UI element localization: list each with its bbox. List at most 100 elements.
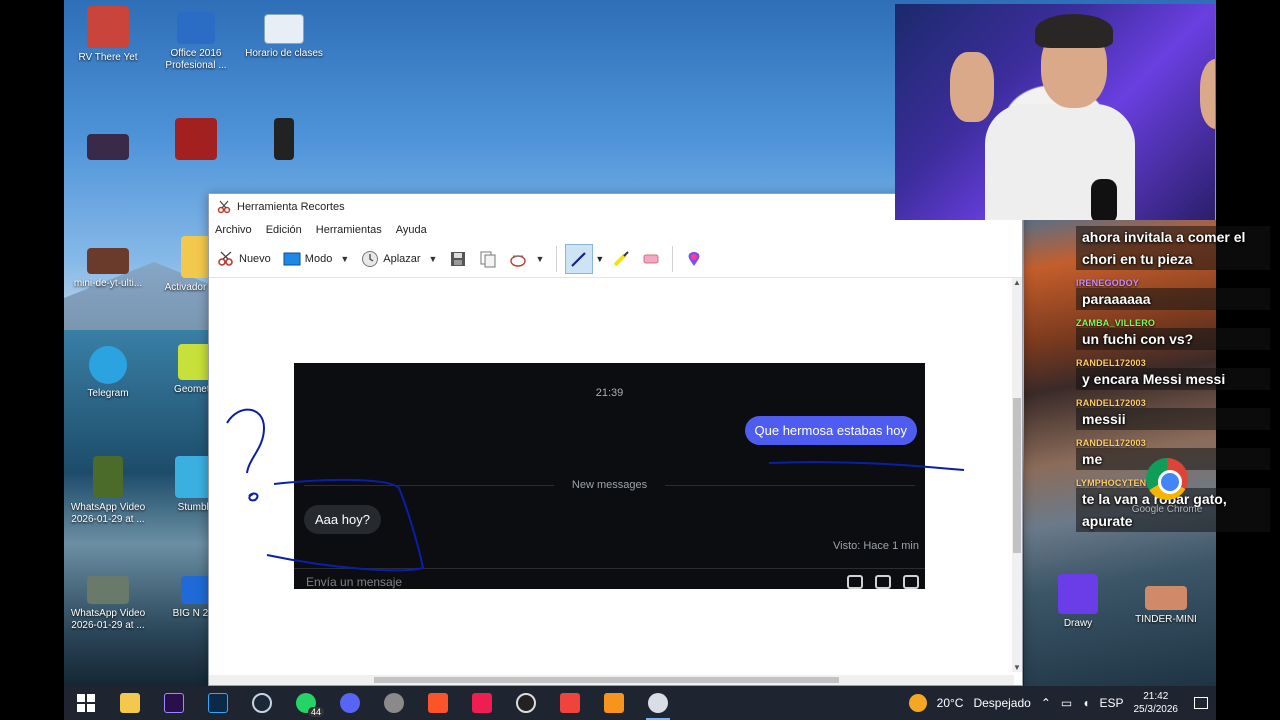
highlighter-icon — [613, 250, 630, 266]
composer-icons — [847, 575, 919, 589]
desktop-icon-telegram[interactable]: Telegram — [64, 346, 152, 400]
desktop-icon-whatsapp-video-2[interactable]: WhatsApp Video 2026-01-29 at ... — [64, 576, 152, 632]
new-snip-button[interactable]: Nuevo — [213, 244, 275, 274]
snip-canvas[interactable]: 21:39 Que hermosa estabas hoy New messag… — [209, 278, 1014, 672]
language-indicator[interactable]: ESP — [1099, 696, 1123, 710]
taskbar-anydesk[interactable] — [548, 686, 592, 720]
clock-date: 25/3/2026 — [1133, 704, 1179, 715]
whatsapp-badge: 44 — [307, 707, 324, 717]
copy-icon — [480, 251, 496, 267]
taskbar-steam[interactable] — [240, 686, 284, 720]
paint3d-icon — [688, 251, 700, 266]
taskbar-snipping-tool[interactable] — [636, 686, 680, 720]
question-mark-dot — [248, 492, 259, 502]
windows-icon — [77, 694, 95, 712]
taskbar-fl-studio[interactable] — [592, 686, 636, 720]
pen-options-chevron-icon[interactable]: ▼ — [595, 254, 604, 264]
taskbar-whatsapp[interactable]: 44 — [284, 686, 328, 720]
taskbar-premiere[interactable] — [152, 686, 196, 720]
brave-icon — [428, 693, 448, 713]
chat-message: IRENEGODOY paraaaaaa — [1076, 278, 1270, 310]
mode-button[interactable]: Modo ▼ — [279, 244, 353, 274]
menu-edicion[interactable]: Edición — [266, 224, 302, 236]
chat-timestamp: 21:39 — [595, 387, 624, 399]
telegram-icon — [89, 346, 127, 384]
weather-condition[interactable]: Despejado — [973, 696, 1030, 710]
toolbar-separator — [672, 245, 674, 272]
taskbar-file-explorer[interactable] — [108, 686, 152, 720]
letterbox-left — [0, 0, 64, 720]
toolbar-separator — [556, 245, 558, 272]
photoshop-icon — [208, 693, 228, 713]
chat-message-text: paraaaaaa — [1076, 288, 1270, 310]
desktop-icon-horario[interactable]: Horario de clases — [240, 14, 328, 60]
desktop-icon-burger[interactable] — [152, 118, 240, 160]
fl-studio-icon — [604, 693, 624, 713]
desktop-icon-google-chrome[interactable]: Google Chrome — [1123, 500, 1211, 516]
weather-temperature[interactable]: 20°C — [937, 696, 964, 710]
snipping-tool-window[interactable]: Herramienta Recortes Archivo Edición Her… — [208, 193, 1023, 686]
save-icon — [451, 251, 466, 266]
chat-message: ahora invitala a comer el chori en tu pi… — [1076, 226, 1270, 270]
mode-label: Modo — [304, 252, 333, 265]
horizontal-scroll-thumb[interactable] — [374, 677, 839, 683]
save-button[interactable] — [445, 244, 471, 274]
chat-username: IRENEGODOY — [1076, 278, 1140, 288]
weather-icon[interactable] — [908, 694, 927, 712]
copy-button[interactable] — [475, 244, 501, 274]
chevron-down-icon: ▼ — [428, 253, 438, 264]
taskbar-photoshop[interactable] — [196, 686, 240, 720]
desktop-icon-rv-there-yet[interactable]: RV There Yet — [64, 6, 152, 64]
taskbar-app-gray[interactable] — [372, 686, 416, 720]
google-chrome-icon[interactable] — [1146, 458, 1188, 500]
highlighter-button[interactable] — [608, 244, 634, 274]
video-thumbnail-icon — [274, 118, 294, 160]
chevron-up-icon[interactable]: ⌃ — [1041, 696, 1051, 710]
taskbar-discord[interactable] — [328, 686, 372, 720]
horizontal-scrollbar[interactable] — [209, 675, 1014, 685]
desktop-icon-office-2016[interactable]: Office 2016 Profesional ... — [152, 12, 240, 72]
captured-chat-screenshot: 21:39 Que hermosa estabas hoy New messag… — [294, 363, 925, 589]
chat-message: RANDEL172003 messii — [1076, 398, 1270, 430]
taskbar-tiktok[interactable] — [460, 686, 504, 720]
eraser-button[interactable] — [638, 244, 664, 274]
new-messages-divider: New messages — [294, 479, 925, 491]
incoming-message: Aaa hoy? — [304, 505, 381, 534]
clock[interactable]: 21:42 25/3/2026 — [1134, 690, 1179, 716]
scroll-down-icon[interactable]: ▼ — [1012, 663, 1022, 672]
scroll-up-icon[interactable]: ▲ — [1012, 278, 1022, 287]
chat-username: RANDEL172003 — [1076, 398, 1146, 408]
desktop-icon-mini-de-yt[interactable]: mini-de-yt-ulti... — [64, 248, 152, 290]
paint3d-button[interactable] — [681, 244, 707, 274]
premiere-icon — [164, 693, 184, 713]
message-composer: Envía un mensaje — [294, 568, 925, 589]
question-mark-stroke — [226, 408, 266, 474]
clock-time: 21:42 — [1143, 691, 1169, 702]
taskbar-obs[interactable] — [504, 686, 548, 720]
delay-button[interactable]: Aplazar ▼ — [357, 244, 441, 274]
send-snip-button[interactable]: ▼ — [505, 244, 548, 274]
folder-icon — [120, 693, 140, 713]
vertical-scroll-thumb[interactable] — [1013, 398, 1021, 553]
desktop-icon-tinder-mini[interactable]: TINDER-MINI — [1122, 586, 1210, 626]
taskbar-brave[interactable] — [416, 686, 460, 720]
clock-icon — [362, 250, 379, 267]
app-icon — [384, 693, 404, 713]
desktop-icon-drawy[interactable]: Drawy — [1034, 574, 1122, 630]
vertical-scrollbar[interactable]: ▲ ▼ — [1012, 278, 1022, 672]
pen-button[interactable] — [565, 243, 594, 274]
anydesk-icon — [560, 693, 580, 713]
rectangle-mode-icon — [283, 252, 301, 265]
sticker-icon — [903, 575, 919, 589]
desktop-icon-unnamed-1[interactable] — [64, 134, 152, 160]
network-icon[interactable]: ▭ — [1061, 696, 1072, 710]
menu-herramientas[interactable]: Herramientas — [316, 224, 382, 236]
desktop-icon-whatsapp-video-0[interactable] — [240, 118, 328, 160]
volume-icon[interactable]: ◖ — [1082, 696, 1089, 710]
notifications-icon[interactable] — [1194, 697, 1208, 709]
desktop-icon-whatsapp-video-1[interactable]: WhatsApp Video 2026-01-29 at ... — [64, 456, 152, 526]
video-thumbnail-icon — [87, 576, 129, 604]
menu-ayuda[interactable]: Ayuda — [396, 224, 427, 236]
start-button[interactable] — [64, 686, 108, 720]
menu-archivo[interactable]: Archivo — [215, 224, 252, 236]
